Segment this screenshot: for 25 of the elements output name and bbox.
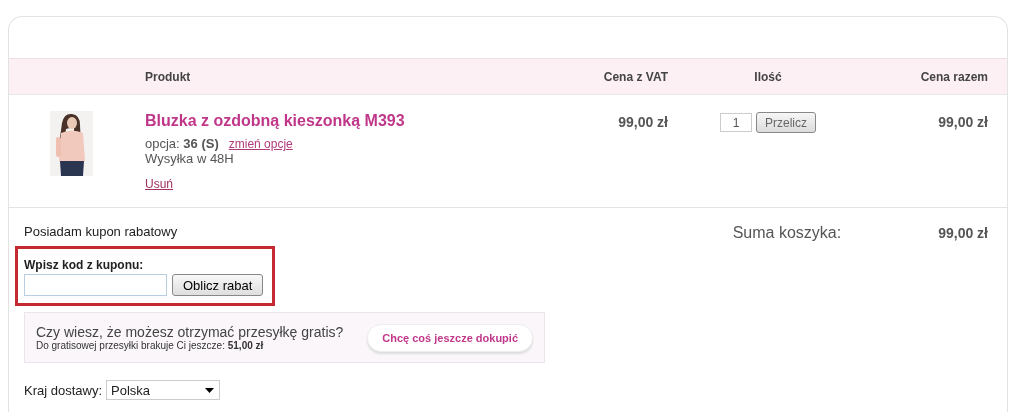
- free-shipping-question: Czy wiesz, że możesz otrzymać przesyłkę gratis?: [36, 324, 344, 340]
- coupon-label: Wpisz kod z kuponu:: [24, 258, 145, 272]
- column-header: Cena razem: [920, 69, 988, 84]
- cart-sum-label: Suma koszyka:: [732, 224, 842, 242]
- coupon-code-field[interactable]: [24, 274, 167, 296]
- free-shipping-detail: Do gratisowej przesyłki brakuje Ci jeszcze: 51,00 zł: [36, 340, 265, 351]
- caret-icon: [205, 387, 215, 393]
- column-header: Cena z VAT: [603, 69, 668, 84]
- recalculate-button[interactable]: Przelicz: [756, 112, 816, 133]
- coupon-toggle[interactable]: Posiadam kupon rabatowy: [24, 224, 178, 239]
- option-text: opcja: 36 (S): [145, 136, 219, 151]
- remove-link[interactable]: Usuń: [145, 177, 173, 191]
- unit-price: 99,00 zł: [618, 113, 668, 132]
- column-header: Ilość: [754, 69, 782, 84]
- quantity-field[interactable]: 1: [720, 113, 752, 132]
- shipping-text: Wysyłka w 48H: [145, 151, 234, 166]
- country-dropdown[interactable]: Polska: [106, 380, 221, 400]
- product-name-link[interactable]: Bluzka z ozdobną kieszonką M393: [145, 112, 405, 130]
- change-options-link[interactable]: zmień opcje: [228, 137, 293, 151]
- apply-coupon-button[interactable]: Oblicz rabat: [172, 274, 264, 296]
- continue-shopping-button[interactable]: Chcę coś jeszcze dokupić: [367, 323, 533, 352]
- country-label: Kraj dostawy:: [24, 382, 103, 398]
- line-total: 99,00 zł: [938, 113, 988, 132]
- column-header: Produkt: [145, 69, 192, 84]
- cart-sum-value: 99,00 zł: [938, 225, 988, 241]
